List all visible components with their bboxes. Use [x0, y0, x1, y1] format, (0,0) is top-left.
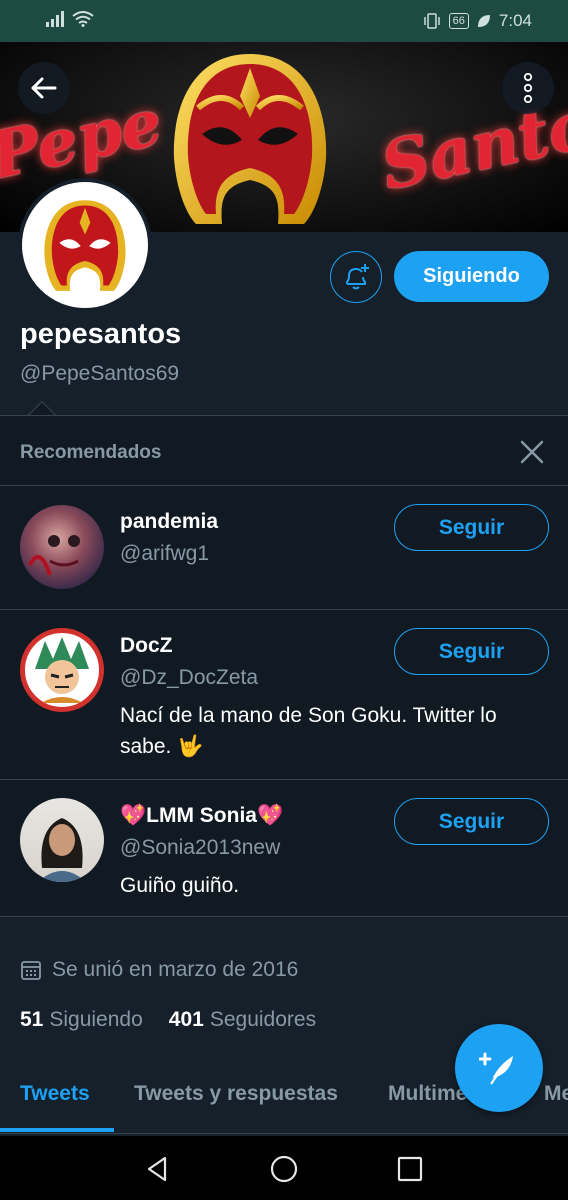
- vibrate-icon: [423, 13, 440, 29]
- avatar[interactable]: [20, 798, 104, 882]
- wrestling-mask-image: [173, 54, 327, 224]
- wrestling-mask-avatar: [44, 200, 126, 291]
- recommended-user-bio: Guiño guiño.: [120, 874, 240, 897]
- more-vertical-icon: [523, 73, 533, 103]
- notifications-bell-button[interactable]: [330, 251, 382, 303]
- leaf-icon: [477, 15, 490, 27]
- battery-indicator: 66: [448, 13, 469, 29]
- recommended-user-bio: Nací de la mano de Son Goku. Twitter lo …: [120, 704, 497, 758]
- nav-back-icon[interactable]: [143, 1154, 173, 1184]
- nav-recents-icon[interactable]: [395, 1154, 425, 1184]
- close-icon[interactable]: [518, 438, 546, 466]
- tab-likes[interactable]: Me gusta: [544, 1082, 568, 1106]
- recommended-panel: Recomendados pandemia @arifwg1 Seguir Do…: [0, 415, 568, 917]
- recommended-user-sonia[interactable]: 💖LMM Sonia💖 @Sonia2013new Guiño guiño. S…: [0, 780, 568, 917]
- recommended-header: Recomendados: [0, 416, 568, 486]
- tab-tweets[interactable]: Tweets: [20, 1082, 90, 1106]
- nav-home-icon[interactable]: [269, 1154, 299, 1184]
- recommended-user-handle: @arifwg1: [120, 542, 210, 565]
- clock: 7:04: [498, 11, 532, 30]
- doll-face-image: [28, 535, 80, 576]
- recommended-user-pandemia[interactable]: pandemia @arifwg1 Seguir: [0, 486, 568, 610]
- followers-count: 401: [168, 1008, 204, 1031]
- follow-button[interactable]: Seguir: [394, 798, 549, 845]
- more-options-button[interactable]: [502, 62, 554, 114]
- recommended-user-name[interactable]: 💖LMM Sonia💖: [120, 804, 283, 828]
- bell-plus-icon: [346, 264, 369, 290]
- avatar[interactable]: [20, 628, 104, 712]
- status-bar: 66 7:04: [0, 0, 568, 42]
- calendar-icon: [21, 961, 41, 980]
- following-count: 51: [20, 1008, 44, 1031]
- system-navigation-bar: [0, 1136, 568, 1200]
- tab-tweets-and-replies[interactable]: Tweets y respuestas: [134, 1082, 338, 1106]
- wifi-icon: [72, 11, 94, 27]
- recommended-user-handle: @Dz_DocZeta: [120, 666, 259, 689]
- followers-count-link[interactable]: 401 Seguidores: [169, 1008, 316, 1032]
- following-count-link[interactable]: 51 Siguiendo: [20, 1008, 143, 1032]
- anime-character-image: [35, 637, 89, 703]
- signal-icon: [46, 11, 64, 27]
- recommended-title: Recomendados: [20, 442, 162, 463]
- recommended-user-handle: @Sonia2013new: [120, 836, 281, 859]
- follow-button[interactable]: Seguir: [394, 628, 549, 675]
- recommended-user-name[interactable]: pandemia: [120, 510, 218, 534]
- profile-avatar[interactable]: [18, 178, 152, 312]
- follow-counts: 51 Siguiendo 401 Seguidores: [20, 1008, 316, 1032]
- recommended-user-name[interactable]: DocZ: [120, 634, 173, 658]
- profile-handle: @PepeSantos69: [20, 362, 180, 385]
- following-button[interactable]: Siguiendo: [394, 251, 549, 302]
- joined-date-text: Se unió en marzo de 2016: [52, 958, 299, 981]
- active-tab-indicator: [0, 1128, 114, 1132]
- back-button[interactable]: [18, 62, 70, 114]
- following-label: Siguiendo: [49, 1008, 143, 1031]
- followers-label: Seguidores: [209, 1008, 317, 1031]
- avatar[interactable]: [20, 505, 104, 589]
- profile-display-name: pepesantos: [20, 318, 182, 350]
- recommended-user-docz[interactable]: DocZ @Dz_DocZeta Nací de la mano de Son …: [0, 610, 568, 780]
- arrow-left-icon: [31, 77, 57, 99]
- person-photo-image: [38, 818, 86, 882]
- follow-button[interactable]: Seguir: [394, 504, 549, 551]
- compose-tweet-button[interactable]: [455, 1024, 543, 1112]
- feather-plus-icon: [479, 1052, 513, 1085]
- joined-date: Se unió en marzo de 2016: [20, 958, 298, 982]
